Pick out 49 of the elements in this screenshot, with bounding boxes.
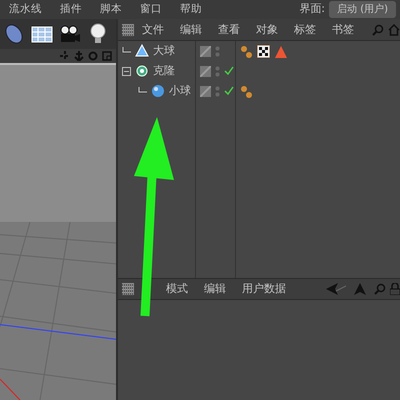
visibility-dots-icon[interactable] [215, 46, 220, 56]
object-name[interactable]: 大球 [153, 42, 175, 60]
search-icon[interactable] [374, 283, 386, 295]
checkmark-icon[interactable] [224, 86, 234, 96]
menu-item[interactable]: 文件 [134, 18, 172, 40]
menu-item[interactable]: 查看 [210, 18, 248, 40]
rotate-icon[interactable] [88, 51, 98, 61]
layer-swatch-icon[interactable] [200, 86, 211, 96]
dots-tag-icon[interactable] [240, 44, 253, 58]
sphere-icon [151, 84, 165, 98]
cone-tag-icon[interactable] [274, 44, 287, 58]
down-arrow-icon[interactable] [74, 51, 84, 61]
menu-item[interactable]: 编辑 [172, 18, 210, 40]
checker-tag-icon[interactable] [257, 44, 270, 58]
home-icon[interactable] [388, 24, 400, 36]
tree-line-icon [122, 46, 131, 56]
menu-item[interactable]: 对象 [248, 18, 286, 40]
menu-item[interactable]: 帮助 [171, 0, 211, 19]
up-arrow-icon[interactable] [354, 283, 366, 295]
layout-icon[interactable] [102, 51, 112, 61]
menu-item[interactable]: 编辑 [196, 278, 234, 300]
menu-item[interactable]: 用户数据 [234, 278, 294, 300]
menu-item[interactable]: 插件 [51, 0, 91, 19]
menu-item[interactable]: 书签 [324, 18, 362, 40]
menu-item[interactable]: 流水线 [0, 0, 51, 19]
grip-icon[interactable] [122, 283, 134, 295]
search-icon[interactable] [372, 24, 384, 36]
checkmark-icon[interactable] [224, 66, 234, 76]
triangle-icon [135, 44, 149, 58]
dots-tag-icon[interactable] [240, 84, 253, 98]
layout-label: 界面: [299, 1, 326, 18]
visibility-dots-icon[interactable] [215, 86, 220, 96]
grip-icon[interactable] [122, 24, 134, 36]
menu-item[interactable]: 标签 [286, 18, 324, 40]
layer-swatch-icon[interactable] [200, 66, 211, 76]
object-name[interactable]: 克隆 [153, 62, 175, 80]
menu-item[interactable]: 模式 [158, 278, 196, 300]
visibility-dots-icon[interactable] [215, 66, 220, 76]
menu-item[interactable]: 窗口 [131, 0, 171, 19]
tree-line-icon [138, 86, 147, 96]
layout-dropdown[interactable]: 启动 (用户) [329, 1, 396, 18]
expand-toggle-icon[interactable] [122, 66, 131, 76]
object-name[interactable]: 小球 [169, 82, 191, 100]
menu-item[interactable]: 脚本 [91, 0, 131, 19]
layer-swatch-icon[interactable] [200, 46, 211, 56]
back-arrow-icon[interactable] [326, 283, 346, 295]
move-icon[interactable] [60, 51, 70, 61]
cloner-icon [135, 64, 149, 78]
lock-icon[interactable] [390, 283, 400, 295]
